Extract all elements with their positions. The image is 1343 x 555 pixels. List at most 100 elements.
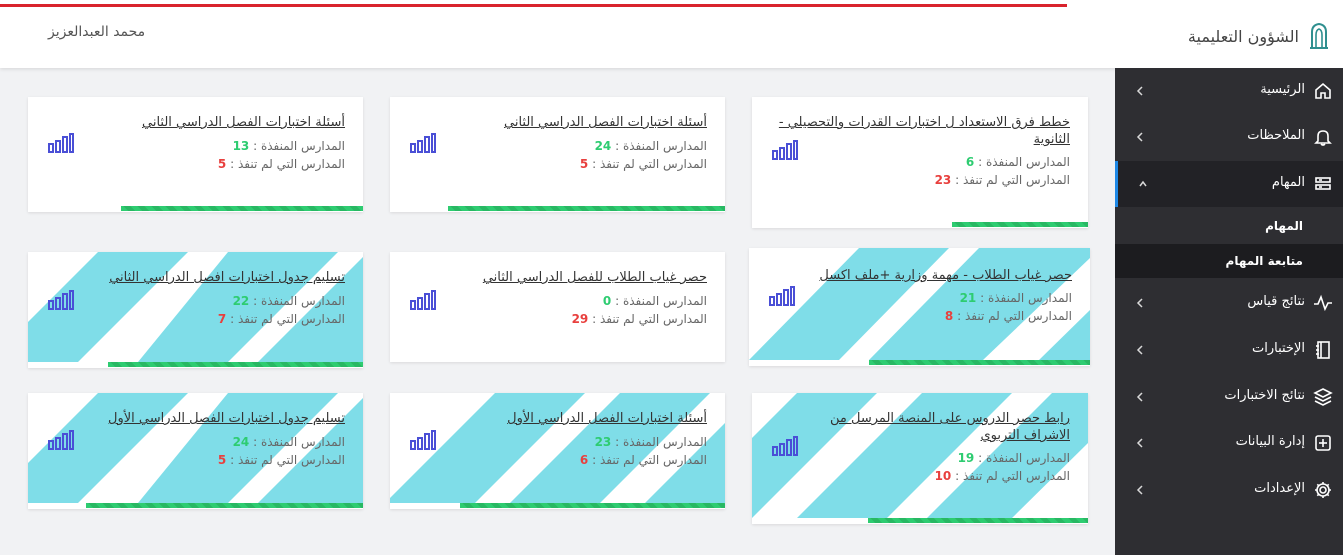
sidebar-subitem-label: المهام: [1265, 219, 1303, 233]
task-card[interactable]: أسئلة اختبارات الفصل الدراسي الثاني المد…: [390, 97, 725, 212]
executed-label: المدارس المنفذة :: [253, 294, 345, 308]
sidebar-item-settings[interactable]: الإعدادات: [1115, 467, 1343, 513]
sidebar-item-label: الملاحظات: [1247, 128, 1305, 143]
task-card[interactable]: رابط حصر الدروس على المنصة المرسل من الا…: [752, 393, 1088, 524]
bar-chart-icon: [410, 430, 436, 450]
task-title-link[interactable]: أسئلة اختبارات الفصل الدراسي الثاني: [504, 114, 707, 131]
sidebar-item-exams[interactable]: الإختبارات: [1115, 327, 1343, 373]
sidebar-item-data-management[interactable]: إدارة البيانات: [1115, 420, 1343, 466]
chevron-left-icon: [1136, 298, 1143, 308]
executed-schools: المدارس المنفذة : 19: [958, 451, 1070, 465]
brand[interactable]: الشؤون التعليمية: [1188, 22, 1329, 50]
executed-label: المدارس المنفذة :: [978, 451, 1070, 465]
executed-schools: المدارس المنفذة : 22: [233, 294, 345, 308]
not-executed-count: 10: [934, 469, 952, 483]
brand-title: الشؤون التعليمية: [1187, 26, 1299, 46]
progress-bar: [869, 360, 1090, 365]
bar-chart-icon: [772, 436, 798, 456]
executed-schools: المدارس المنفذة : 24: [233, 435, 345, 449]
task-title-link[interactable]: تسليم جدول اختبارات الفصل الدراسي الأول: [108, 410, 345, 427]
executed-label: المدارس المنفذة :: [615, 139, 707, 153]
not-executed-count: 5: [579, 157, 589, 171]
executed-label: المدارس المنفذة :: [978, 155, 1070, 169]
brand-logo-icon: [1310, 22, 1328, 49]
task-title-link[interactable]: تسليم جدول اختبارات افصل الدراسي الثاني: [109, 269, 345, 286]
progress-bar: [121, 206, 363, 211]
executed-schools: المدارس المنفذة : 13: [233, 139, 345, 153]
bar-chart-icon: [48, 430, 74, 450]
executed-schools: المدارس المنفذة : 23: [595, 435, 707, 449]
not-executed-schools: المدارس التي لم تنفذ : 5: [218, 453, 345, 467]
loading-progress-line: [0, 4, 1067, 7]
sidebar-item-label: إدارة البيانات: [1235, 434, 1305, 449]
not-executed-label: المدارس التي لم تنفذ :: [230, 157, 345, 171]
task-card[interactable]: خطط فرق الاستعداد ل اختبارات القدرات وال…: [752, 97, 1088, 228]
executed-schools: المدارس المنفذة : 24: [595, 139, 707, 153]
sidebar-item-home[interactable]: الرئيسية: [1115, 68, 1343, 114]
chevron-left-icon: [1136, 392, 1143, 402]
sidebar-item-exam-results[interactable]: نتائج الاختبارات: [1115, 374, 1343, 420]
sidebar-subitem-task-tracking[interactable]: متابعة المهام: [1115, 244, 1343, 278]
chevron-left-icon: [1136, 345, 1143, 355]
not-executed-label: المدارس التي لم تنفذ :: [955, 173, 1070, 187]
task-card[interactable]: أسئلة اختبارات الفصل الدراسي الأول المدا…: [390, 393, 725, 509]
executed-count: 19: [957, 451, 975, 465]
not-executed-count: 23: [934, 173, 952, 187]
sidebar-item-notes[interactable]: الملاحظات: [1115, 114, 1343, 160]
executed-schools: المدارس المنفذة : 6: [966, 155, 1070, 169]
task-card[interactable]: تسليم جدول اختبارات الفصل الدراسي الأول …: [28, 393, 363, 509]
not-executed-label: المدارس التي لم تنفذ :: [230, 453, 345, 467]
not-executed-schools: المدارس التي لم تنفذ : 6: [580, 453, 707, 467]
gear-icon: [1315, 482, 1331, 498]
progress-bar: [108, 362, 363, 367]
book-icon: [1316, 341, 1330, 359]
task-title-link[interactable]: أسئلة اختبارات الفصل الدراسي الأول: [507, 410, 707, 427]
task-card[interactable]: تسليم جدول اختبارات افصل الدراسي الثاني …: [28, 252, 363, 368]
task-title-link[interactable]: أسئلة اختبارات الفصل الدراسي الثاني: [142, 114, 345, 131]
not-executed-schools: المدارس التي لم تنفذ : 8: [945, 309, 1072, 323]
sidebar-subitem-tasks[interactable]: المهام: [1115, 209, 1343, 243]
task-card[interactable]: حصر غياب الطلاب - مهمة وزارية +ملف اكسل …: [749, 248, 1090, 366]
not-executed-schools: المدارس التي لم تنفذ : 5: [580, 157, 707, 171]
sidebar-item-tasks[interactable]: المهام: [1115, 161, 1343, 207]
not-executed-count: 5: [217, 453, 227, 467]
sidebar-item-qiyas-results[interactable]: نتائج قياس: [1115, 280, 1343, 326]
not-executed-label: المدارس التي لم تنفذ :: [957, 309, 1072, 323]
plus-square-icon: [1315, 435, 1331, 451]
not-executed-count: 29: [571, 312, 589, 326]
not-executed-count: 6: [579, 453, 589, 467]
not-executed-label: المدارس التي لم تنفذ :: [592, 157, 707, 171]
sidebar-item-label: الإختبارات: [1252, 341, 1305, 356]
task-title-link[interactable]: خطط فرق الاستعداد ل اختبارات القدرات وال…: [770, 114, 1070, 148]
not-executed-label: المدارس التي لم تنفذ :: [230, 312, 345, 326]
sidebar-item-label: نتائج قياس: [1247, 294, 1305, 309]
chevron-left-icon: [1136, 86, 1143, 96]
chevron-left-icon: [1136, 485, 1143, 495]
task-title-link[interactable]: حصر غياب الطلاب للفصل الدراسي الثاني: [483, 269, 707, 286]
executed-count: 23: [594, 435, 612, 449]
progress-bar: [448, 206, 725, 211]
not-executed-label: المدارس التي لم تنفذ :: [592, 453, 707, 467]
pulse-icon: [1314, 294, 1332, 312]
not-executed-schools: المدارس التي لم تنفذ : 5: [218, 157, 345, 171]
executed-count: 24: [232, 435, 250, 449]
executed-label: المدارس المنفذة :: [615, 294, 707, 308]
not-executed-schools: المدارس التي لم تنفذ : 23: [935, 173, 1070, 187]
executed-label: المدارس المنفذة :: [615, 435, 707, 449]
bar-chart-icon: [410, 133, 436, 153]
executed-label: المدارس المنفذة :: [980, 291, 1072, 305]
not-executed-count: 8: [944, 309, 954, 323]
chevron-left-icon: [1136, 132, 1143, 142]
task-title-link[interactable]: رابط حصر الدروس على المنصة المرسل من الا…: [780, 410, 1070, 444]
bar-chart-icon: [410, 290, 436, 310]
bar-chart-icon: [772, 140, 798, 160]
task-title-link[interactable]: حصر غياب الطلاب - مهمة وزارية +ملف اكسل: [819, 267, 1072, 284]
progress-bar: [460, 503, 725, 508]
sidebar: الرئيسية الملاحظات المهام المهام متابعة …: [1115, 68, 1343, 555]
sidebar-item-label: نتائج الاختبارات: [1224, 388, 1305, 403]
task-card[interactable]: حصر غياب الطلاب للفصل الدراسي الثاني الم…: [390, 252, 725, 362]
task-card[interactable]: أسئلة اختبارات الفصل الدراسي الثاني المد…: [28, 97, 363, 212]
bar-chart-icon: [769, 286, 795, 306]
user-name[interactable]: محمد العبدالعزيز: [48, 24, 145, 40]
bar-chart-icon: [48, 133, 74, 153]
